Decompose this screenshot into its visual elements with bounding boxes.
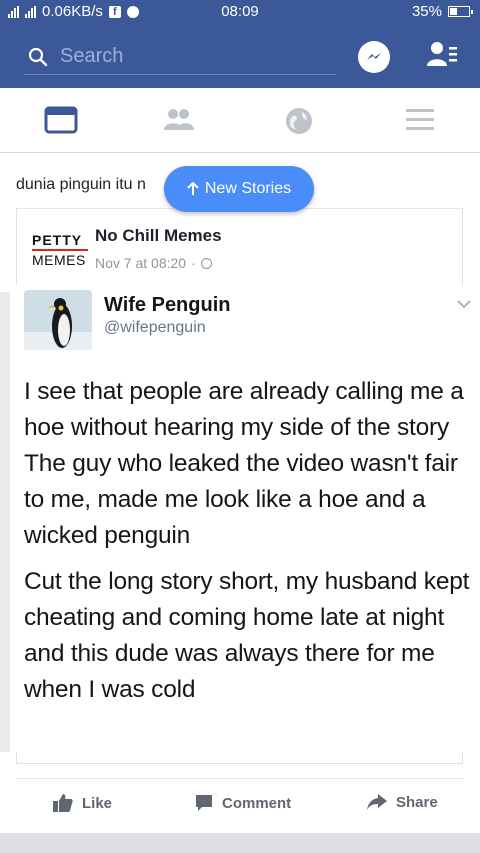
page-avatar[interactable]: PETTY MEMES: [32, 232, 90, 268]
messenger-button[interactable]: [358, 41, 390, 73]
friend-requests-icon: [427, 42, 457, 66]
status-bar: 0.06KB/s f 08:09 35%: [0, 0, 480, 24]
battery-percent: 35%: [411, 3, 442, 20]
tab-notifications[interactable]: [284, 106, 324, 136]
tab-friends[interactable]: [162, 106, 202, 136]
tweet-paragraph: Cut the long story short, my husband kep…: [24, 568, 470, 703]
page-name[interactable]: No Chill Memes: [95, 226, 222, 246]
tweet-display-name: Wife Penguin: [104, 294, 231, 316]
news-feed-icon: [44, 106, 78, 134]
top-bar: Search: [0, 24, 480, 88]
arrow-up-icon: [187, 182, 199, 195]
like-button[interactable]: Like: [52, 793, 112, 813]
battery-icon: [448, 6, 473, 17]
actions-divider: [16, 778, 464, 779]
search-icon: [28, 47, 48, 67]
comment-label: Comment: [222, 794, 292, 812]
public-globe-icon: [200, 257, 212, 269]
friend-requests-button[interactable]: [426, 38, 458, 75]
search-input[interactable]: Search: [24, 38, 336, 75]
search-placeholder: Search: [60, 45, 124, 67]
like-icon: [53, 794, 73, 812]
tweet-handle: @wifepenguin: [104, 319, 206, 336]
new-stories-label: New Stories: [204, 180, 292, 197]
logo-line-1: PETTY: [32, 232, 83, 248]
post-meta: Nov 7 at 08:20 ·: [95, 255, 212, 271]
friends-icon: [164, 109, 194, 130]
tweet-paragraph: The guy who leaked the video wasn't fair…: [24, 450, 458, 549]
messenger-icon: [367, 53, 381, 60]
meta-separator: ·: [191, 255, 196, 271]
like-label: Like: [82, 794, 113, 812]
next-story-gap: [0, 833, 480, 853]
image-edge: [0, 292, 10, 752]
comment-icon: [196, 795, 212, 811]
tweet-paragraph: I see that people are already calling me…: [24, 378, 464, 441]
menu-icon: [406, 109, 434, 130]
tweet-body: I see that people are already calling me…: [24, 374, 470, 718]
globe-icon: [286, 108, 312, 134]
share-icon: [367, 794, 387, 810]
post-timestamp[interactable]: Nov 7 at 08:20: [95, 255, 186, 271]
share-button[interactable]: Share: [366, 793, 438, 811]
share-label: Share: [396, 793, 438, 811]
new-stories-button[interactable]: New Stories: [164, 166, 314, 212]
comment-button[interactable]: Comment: [194, 793, 291, 813]
chevron-down-icon: [457, 300, 471, 309]
tab-menu[interactable]: [404, 106, 444, 136]
tweet-avatar: [24, 290, 92, 350]
nav-tabs: [0, 88, 480, 153]
logo-underline: [32, 249, 88, 251]
logo-line-2: MEMES: [32, 252, 86, 268]
post-shared-text: dunia pinguin itu n: [16, 176, 146, 193]
penguin-avatar-icon: [24, 290, 92, 350]
tab-news-feed[interactable]: [44, 106, 84, 136]
status-time: 08:09: [221, 3, 259, 20]
status-right: 35%: [411, 3, 473, 20]
